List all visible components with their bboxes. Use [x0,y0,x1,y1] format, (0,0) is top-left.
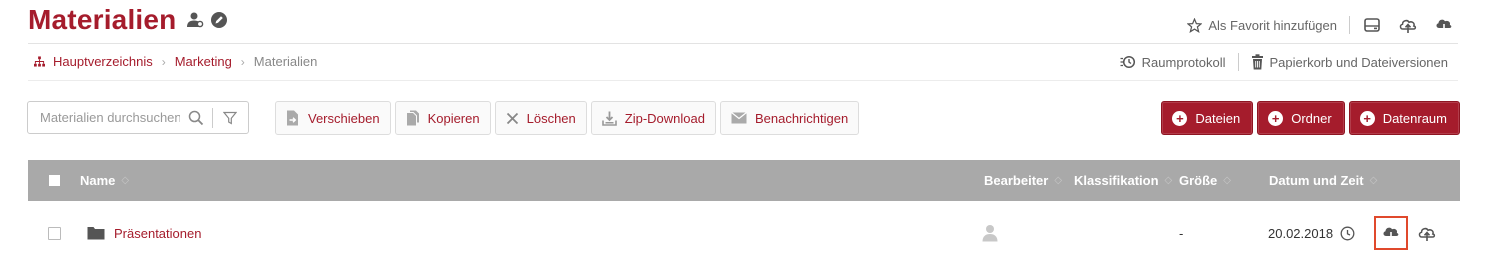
copy-label: Kopieren [427,110,480,126]
top-icon-group [1362,16,1454,34]
search-input[interactable] [40,110,180,125]
column-name-label: Name [80,173,116,188]
room-actions: Raumprotokoll Papierkorb und Dateiversio… [1120,53,1448,71]
sort-icon: ◇ [1223,175,1231,186]
add-folder-button[interactable]: + Ordner [1257,101,1345,135]
row-size: - [1179,225,1184,241]
plus-circle-icon: + [1359,110,1375,126]
sort-icon: ◇ [1164,175,1173,186]
column-header-datetime[interactable]: Datum und Zeit ◇ [1269,173,1377,188]
plus-circle-icon: + [1268,110,1284,126]
breadcrumb-item-root[interactable]: Hauptverzeichnis [53,54,153,69]
add-folder-label: Ordner [1291,110,1332,126]
row-editor-cell [982,209,998,257]
folder-icon [87,226,105,240]
title-row: Materialien [28,2,228,38]
row-date-cell: 20.02.2018 [1268,209,1355,257]
column-datetime-label: Datum und Zeit [1269,173,1364,188]
delete-button[interactable]: Löschen [494,101,587,135]
row-upload-cell [1417,209,1437,257]
search-box [27,101,249,134]
checkbox-box [48,226,61,240]
row-name-cell: Präsentationen [87,209,201,257]
select-all-checkbox[interactable] [49,175,60,186]
divider [1349,16,1350,34]
column-editor-label: Bearbeiter [984,173,1049,188]
column-header-name[interactable]: Name ◇ [80,173,129,188]
sort-icon: ◇ [1369,175,1378,186]
copy-icon [406,110,420,126]
divider-line [28,80,1458,81]
delete-label: Löschen [526,110,576,126]
move-label: Verschieben [308,110,380,126]
column-classification-label: Klassifikation [1074,173,1159,188]
user-settings-icon[interactable] [186,11,204,29]
row-date: 20.02.2018 [1268,225,1334,241]
breadcrumb: Hauptverzeichnis › Marketing › Materiali… [34,54,317,69]
column-header-classification[interactable]: Klassifikation ◇ [1074,173,1172,188]
column-size-label: Größe [1179,173,1218,188]
add-favorite-link[interactable]: Als Favorit hinzufügen [1187,17,1337,33]
sort-icon: ◇ [1054,175,1063,186]
search-icon[interactable] [188,110,204,126]
user-avatar-icon [982,224,998,242]
notify-button[interactable]: Benachrichtigen [719,101,860,135]
cloud-download-icon [1381,224,1401,242]
zip-download-label: Zip-Download [624,110,705,126]
column-header-size[interactable]: Größe ◇ [1179,173,1231,188]
breadcrumb-current: Materialien [253,54,318,69]
create-actions: + Dateien + Ordner + Datenraum [1161,101,1460,135]
zip-download-button[interactable]: Zip-Download [590,101,716,135]
add-files-label: Dateien [1195,110,1241,126]
cloud-download-icon[interactable] [1434,16,1454,34]
add-dataroom-button[interactable]: + Datenraum [1348,101,1460,135]
download-tray-icon [601,111,617,126]
top-right-actions: Als Favorit hinzufügen [1187,16,1454,34]
trash-icon [1251,54,1264,70]
trash-label: Papierkorb und Dateiversionen [1269,54,1449,70]
cloud-upload-icon[interactable] [1398,16,1418,34]
envelope-icon [731,112,747,124]
row-download-cell [1374,209,1408,257]
cloud-upload-icon[interactable] [1417,224,1437,242]
file-actions: Verschieben Kopieren Löschen Zip-Downloa… [275,101,860,135]
divider-line [28,43,1458,44]
trash-link[interactable]: Papierkorb und Dateiversionen [1251,54,1449,70]
clock-icon[interactable] [1340,226,1355,241]
copy-button[interactable]: Kopieren [394,101,491,135]
page: Materialien Als Favorit hinzufügen Haupt… [0,0,1486,274]
notify-label: Benachrichtigen [754,110,849,126]
close-icon [506,112,519,125]
move-file-icon [286,110,300,126]
cloud-download-button[interactable] [1374,216,1408,250]
sitemap-icon [34,56,45,67]
plus-circle-icon: + [1172,110,1188,126]
breadcrumb-separator: › [240,54,245,69]
breadcrumb-item-marketing[interactable]: Marketing [175,54,232,69]
drive-icon[interactable] [1362,16,1382,34]
sort-icon: ◇ [121,175,130,186]
add-files-button[interactable]: + Dateien [1161,101,1254,135]
room-protocol-link[interactable]: Raumprotokoll [1120,55,1226,70]
filter-icon[interactable] [223,111,237,125]
history-icon [1120,55,1136,69]
add-dataroom-label: Datenraum [1382,110,1447,126]
folder-name-link[interactable]: Präsentationen [114,226,201,241]
table-row[interactable]: Präsentationen - 20.02.2018 [28,209,1460,257]
add-favorite-label: Als Favorit hinzufügen [1208,17,1337,33]
search-divider [212,107,213,128]
page-title: Materialien [28,4,177,35]
move-button[interactable]: Verschieben [275,101,391,135]
checkbox-box [49,175,60,186]
table-header: Name ◇ Bearbeiter ◇ Klassifikation ◇ Grö… [28,160,1460,201]
breadcrumb-separator: › [161,54,166,69]
row-size-cell: - [1179,209,1183,257]
row-checkbox[interactable] [48,209,61,257]
title-icons [186,11,228,29]
column-header-editor[interactable]: Bearbeiter ◇ [984,173,1062,188]
divider [1237,53,1239,71]
edit-icon[interactable] [210,11,228,29]
star-icon [1187,17,1203,33]
room-protocol-label: Raumprotokoll [1141,54,1226,70]
